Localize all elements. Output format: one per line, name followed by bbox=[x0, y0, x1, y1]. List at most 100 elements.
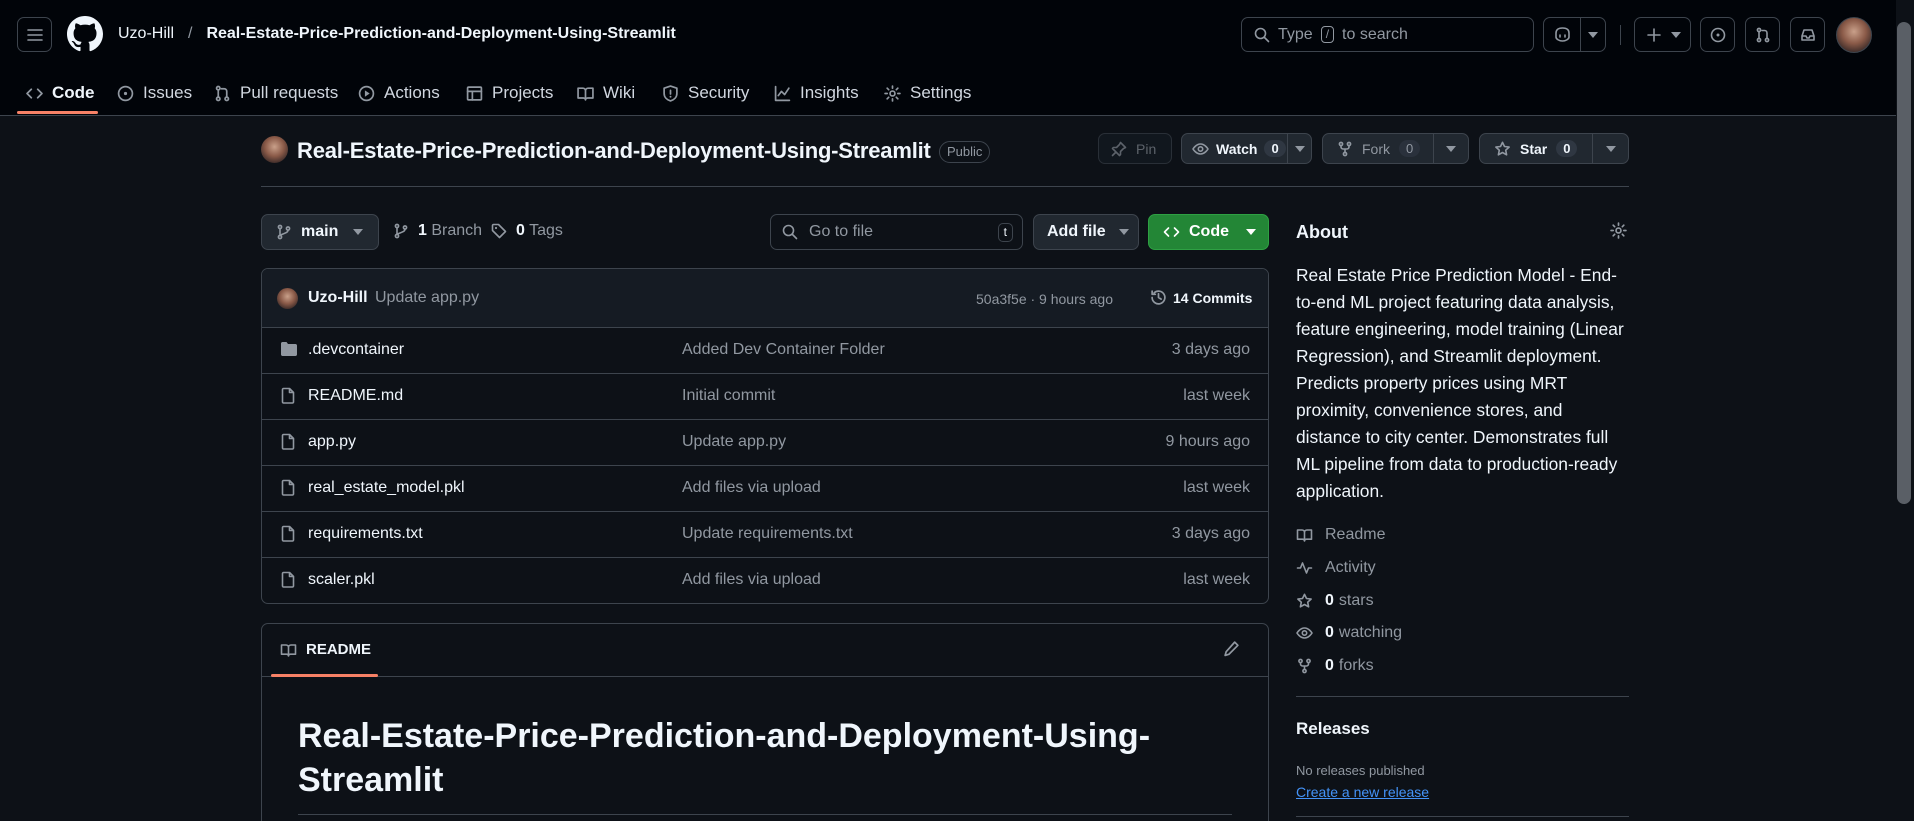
branch-selector[interactable]: main bbox=[261, 214, 379, 250]
code-button[interactable]: Code bbox=[1148, 214, 1269, 250]
commit-author-avatar[interactable] bbox=[277, 288, 298, 309]
file-name[interactable]: .devcontainer bbox=[308, 341, 404, 359]
chevron-down-icon bbox=[1294, 145, 1305, 152]
breadcrumb-repo[interactable]: Real-Estate-Price-Prediction-and-Deploym… bbox=[206, 25, 675, 43]
header-divider bbox=[1620, 25, 1621, 45]
tab-actions[interactable]: Actions bbox=[358, 76, 440, 110]
menu-button[interactable] bbox=[17, 17, 52, 52]
breadcrumb-owner[interactable]: Uzo-Hill bbox=[118, 25, 174, 43]
pencil-icon bbox=[1224, 641, 1239, 657]
github-logo[interactable] bbox=[67, 16, 103, 52]
tab-security[interactable]: Security bbox=[662, 76, 749, 110]
readme-heading-rule bbox=[298, 814, 1232, 815]
visibility-badge: Public bbox=[939, 141, 991, 163]
commits-link[interactable]: 14 Commits bbox=[1150, 289, 1252, 306]
fork-button[interactable]: Fork 0 bbox=[1322, 133, 1469, 164]
tab-issues[interactable]: Issues bbox=[117, 76, 192, 110]
about-settings-button[interactable] bbox=[1610, 222, 1627, 239]
code-icon bbox=[1163, 227, 1180, 237]
file-name[interactable]: README.md bbox=[308, 387, 403, 405]
tab-code[interactable]: Code bbox=[26, 76, 95, 110]
watch-button[interactable]: Watch 0 bbox=[1181, 133, 1312, 164]
repo-owner-avatar[interactable] bbox=[261, 136, 288, 163]
scrollbar-thumb[interactable] bbox=[1897, 22, 1911, 504]
file-row[interactable]: README.md Initial commit last week bbox=[261, 373, 1269, 419]
file-name[interactable]: scaler.pkl bbox=[308, 571, 375, 589]
edit-readme-button[interactable] bbox=[1223, 640, 1240, 657]
commit-message[interactable]: Update app.py bbox=[375, 289, 479, 307]
file-commit-message[interactable]: Update requirements.txt bbox=[682, 525, 853, 543]
stars-link[interactable]: 0 stars bbox=[1296, 592, 1374, 610]
file-row[interactable]: .devcontainer Added Dev Container Folder… bbox=[261, 327, 1269, 373]
readme-link[interactable]: Readme bbox=[1296, 526, 1385, 544]
file-row[interactable]: app.py Update app.py 9 hours ago bbox=[261, 419, 1269, 465]
file-commit-message[interactable]: Add files via upload bbox=[682, 479, 821, 497]
copilot-icon bbox=[1554, 27, 1570, 42]
branches-link[interactable]: 1 Branch bbox=[393, 222, 482, 240]
file-commit-message[interactable]: Add files via upload bbox=[682, 571, 821, 589]
releases-title[interactable]: Releases bbox=[1296, 719, 1370, 739]
file-row[interactable]: requirements.txt Update requirements.txt… bbox=[261, 511, 1269, 557]
pin-button[interactable]: Pin bbox=[1098, 133, 1172, 164]
global-search-input[interactable]: Type / to search bbox=[1241, 17, 1534, 52]
releases-divider bbox=[1296, 816, 1629, 817]
star-button[interactable]: Star 0 bbox=[1479, 133, 1629, 164]
search-icon bbox=[782, 224, 798, 240]
notifications-button[interactable] bbox=[1790, 17, 1825, 52]
your-pull-requests-button[interactable] bbox=[1745, 17, 1780, 52]
tab-projects[interactable]: Projects bbox=[466, 76, 553, 110]
readme-tab[interactable]: README bbox=[280, 641, 371, 658]
book-icon bbox=[1296, 529, 1313, 542]
chevron-down-icon bbox=[1118, 229, 1129, 235]
chevron-down-icon bbox=[1605, 145, 1616, 152]
watching-count: 0 bbox=[1325, 624, 1334, 641]
branch-count: 1 bbox=[418, 222, 427, 239]
file-row[interactable]: scaler.pkl Add files via upload last wee… bbox=[261, 557, 1269, 603]
create-new-button[interactable] bbox=[1634, 17, 1691, 52]
go-to-file-input[interactable]: Go to file t bbox=[770, 214, 1023, 250]
repo-title[interactable]: Real-Estate-Price-Prediction-and-Deploym… bbox=[297, 138, 931, 164]
star-count: 0 bbox=[1556, 140, 1578, 157]
readme-heading: Real-Estate-Price-Prediction-and-Deploym… bbox=[298, 717, 1151, 799]
watch-count: 0 bbox=[1264, 140, 1286, 157]
stars-label: stars bbox=[1338, 592, 1374, 609]
play-icon bbox=[358, 85, 375, 101]
file-name[interactable]: app.py bbox=[308, 433, 356, 451]
commit-hash-time[interactable]: 50a3f5e · 9 hours ago bbox=[976, 291, 1113, 307]
about-divider bbox=[1296, 696, 1629, 697]
gear-icon bbox=[884, 84, 901, 102]
add-file-button[interactable]: Add file bbox=[1033, 214, 1139, 250]
file-name[interactable]: requirements.txt bbox=[308, 525, 423, 543]
stars-count: 0 bbox=[1325, 592, 1334, 609]
search-key-hint: / bbox=[1320, 26, 1335, 43]
your-issues-button[interactable] bbox=[1700, 17, 1735, 52]
file-commit-message[interactable]: Update app.py bbox=[682, 433, 786, 451]
watching-link[interactable]: 0 watching bbox=[1296, 624, 1402, 642]
file-commit-date: last week bbox=[1183, 479, 1250, 496]
star-icon bbox=[1297, 593, 1312, 608]
tab-settings[interactable]: Settings bbox=[884, 76, 971, 110]
tab-insights[interactable]: Insights bbox=[774, 76, 859, 110]
watch-label: Watch bbox=[1216, 140, 1258, 157]
code-button-label: Code bbox=[1189, 223, 1229, 240]
file-commit-message[interactable]: Initial commit bbox=[682, 387, 775, 405]
user-avatar[interactable] bbox=[1836, 17, 1872, 53]
inbox-icon bbox=[1800, 28, 1815, 41]
forks-link[interactable]: 0 forks bbox=[1296, 657, 1374, 675]
file-commit-message[interactable]: Added Dev Container Folder bbox=[682, 341, 885, 359]
create-release-link[interactable]: Create a new release bbox=[1296, 784, 1429, 800]
file-commit-date: last week bbox=[1183, 571, 1250, 588]
go-to-file-key: t bbox=[997, 222, 1013, 242]
tab-pull-requests[interactable]: Pull requests bbox=[214, 76, 338, 110]
commit-author[interactable]: Uzo-Hill bbox=[308, 289, 368, 307]
tags-link[interactable]: 0 Tags bbox=[491, 222, 563, 240]
file-row[interactable]: real_estate_model.pkl Add files via uplo… bbox=[261, 465, 1269, 511]
activity-link[interactable]: Activity bbox=[1296, 559, 1376, 577]
tab-wiki[interactable]: Wiki bbox=[577, 76, 635, 110]
commits-count-label: 14 Commits bbox=[1173, 289, 1253, 306]
tag-icon bbox=[491, 223, 507, 239]
copilot-button[interactable] bbox=[1543, 17, 1606, 52]
file-icon bbox=[281, 525, 295, 542]
file-name[interactable]: real_estate_model.pkl bbox=[308, 479, 465, 497]
table-icon bbox=[466, 85, 483, 101]
